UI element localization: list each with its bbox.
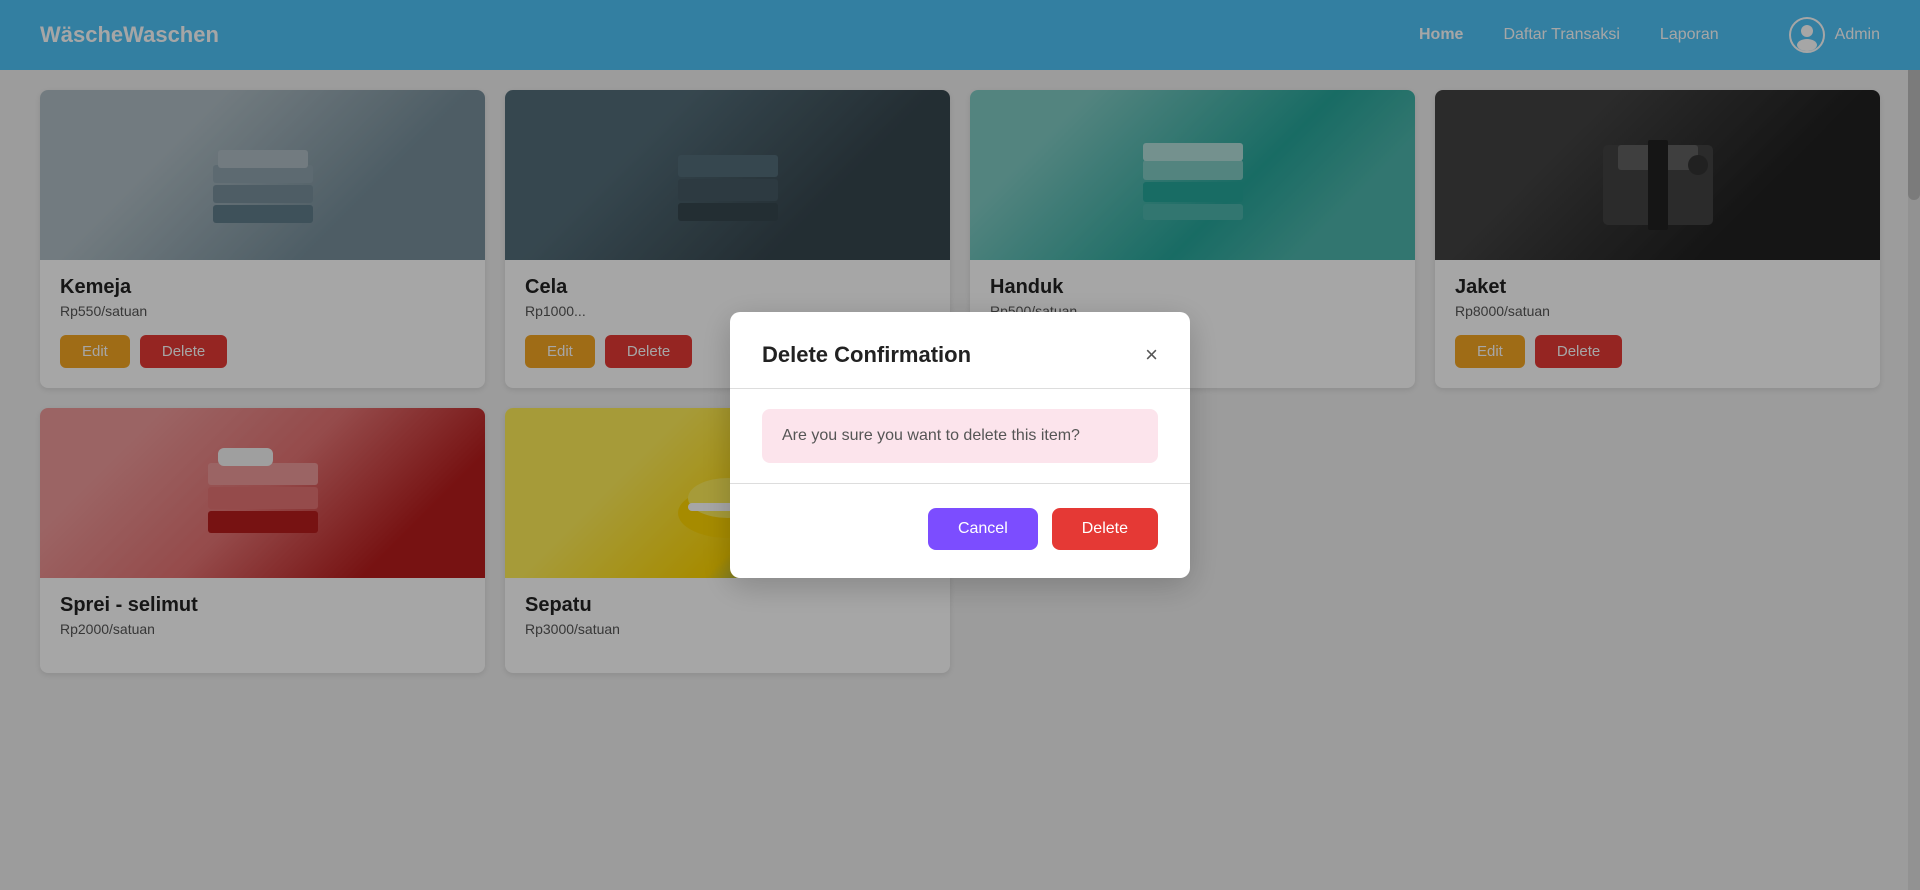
modal-close-button[interactable]: ×	[1145, 344, 1158, 366]
modal-title: Delete Confirmation	[762, 342, 971, 368]
modal-delete-button[interactable]: Delete	[1052, 508, 1158, 550]
delete-confirmation-modal: Delete Confirmation × Are you sure you w…	[730, 312, 1190, 578]
modal-divider-bottom	[730, 483, 1190, 484]
modal-actions: Cancel Delete	[762, 508, 1158, 550]
modal-message-text: Are you sure you want to delete this ite…	[782, 427, 1080, 444]
modal-cancel-button[interactable]: Cancel	[928, 508, 1038, 550]
modal-divider-top	[730, 388, 1190, 389]
modal-message-box: Are you sure you want to delete this ite…	[762, 409, 1158, 463]
modal-overlay[interactable]: Delete Confirmation × Are you sure you w…	[0, 0, 1920, 890]
modal-header: Delete Confirmation ×	[762, 342, 1158, 368]
